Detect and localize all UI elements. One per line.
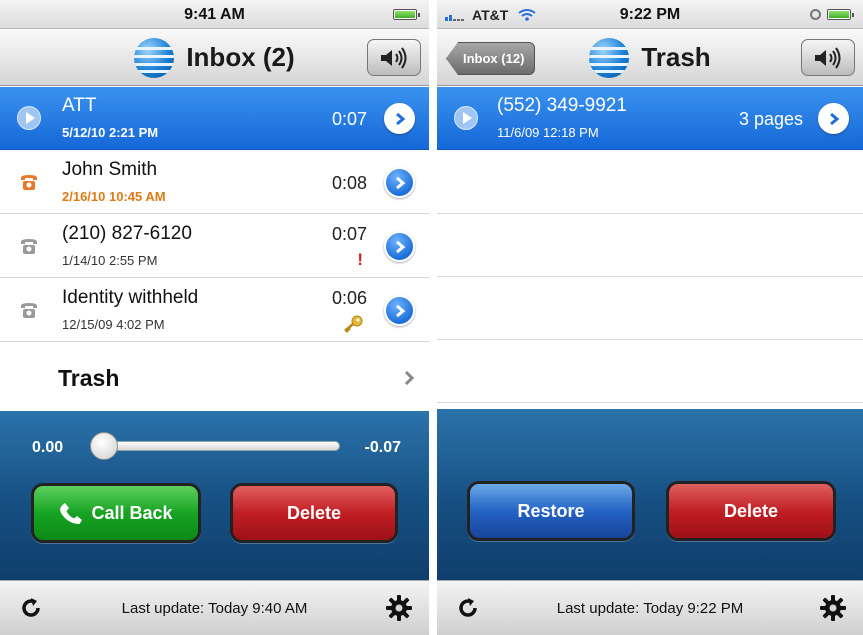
- message-row[interactable]: (552) 349-9921 11/6/09 12:18 PM 3 pages: [437, 87, 863, 150]
- message-duration: 0:07: [331, 109, 367, 129]
- delete-label: Delete: [286, 502, 342, 523]
- restore-button[interactable]: Restore: [467, 481, 635, 541]
- speaker-icon: [381, 46, 407, 69]
- message-row[interactable]: ATT 5/12/10 2:21 PM 0:07: [0, 87, 429, 150]
- detail-chevron-button[interactable]: [384, 103, 415, 134]
- detail-chevron-button[interactable]: [818, 103, 849, 134]
- last-update-text: Last update: Today 9:22 PM: [556, 600, 744, 617]
- message-name: (552) 349-9921: [497, 95, 627, 116]
- chevron-right-icon: [403, 369, 415, 392]
- play-icon[interactable]: [17, 106, 41, 130]
- delete-button[interactable]: Delete: [230, 483, 398, 543]
- nav-bar: Inbox (2): [0, 29, 429, 86]
- rotation-lock-icon: [810, 9, 821, 20]
- message-name: (210) 827-6120: [62, 223, 192, 244]
- inbox-screen: 9:41 AM Inbox (2) ATT 5/12/10 2:21 PM 0:…: [0, 0, 429, 635]
- message-row[interactable]: Identity withheld 12/15/09 4:02 PM 0:06: [0, 279, 429, 342]
- gear-icon[interactable]: [385, 594, 413, 622]
- speaker-icon: [815, 46, 841, 69]
- player-panel: 0.00 -0.07 Call Back Delete: [0, 411, 429, 580]
- delete-label: Delete: [723, 500, 779, 521]
- message-row[interactable]: (210) 827-6120 1/14/10 2:55 PM 0:07 !: [0, 215, 429, 278]
- message-duration: 0:06: [331, 288, 367, 308]
- message-date: 2/16/10 10:45 AM: [62, 189, 166, 204]
- message-date: 11/6/09 12:18 PM: [497, 125, 599, 140]
- chevron-right-icon: [395, 304, 405, 317]
- att-globe-icon: [134, 37, 175, 78]
- nav-bar: Inbox (12) Trash: [437, 29, 863, 86]
- playback-slider-knob[interactable]: [90, 432, 118, 460]
- detail-chevron-button[interactable]: [384, 167, 415, 198]
- key-icon: [343, 315, 363, 337]
- bottom-toolbar: Last update: Today 9:22 PM: [437, 580, 863, 635]
- message-duration: 0:07: [331, 224, 367, 244]
- divider: [437, 339, 863, 340]
- detail-chevron-button[interactable]: [384, 231, 415, 262]
- status-time: 9:41 AM: [184, 6, 245, 23]
- elapsed-time: 0.00: [32, 439, 64, 456]
- phone-icon: [18, 299, 40, 321]
- divider: [437, 402, 863, 403]
- trash-folder-row[interactable]: Trash: [0, 347, 429, 411]
- remaining-time: -0.07: [364, 439, 401, 456]
- call-back-label: Call Back: [91, 502, 173, 523]
- speaker-button[interactable]: [367, 39, 421, 76]
- message-name: ATT: [62, 95, 97, 116]
- battery-icon: [827, 9, 854, 20]
- status-bar: 9:41 AM: [0, 0, 429, 29]
- call-back-button[interactable]: Call Back: [31, 483, 201, 543]
- chevron-right-icon: [395, 240, 405, 253]
- page-title: Inbox (2): [186, 42, 295, 72]
- phone-icon: [18, 235, 40, 257]
- delete-button[interactable]: Delete: [666, 481, 836, 541]
- last-update-text: Last update: Today 9:40 AM: [121, 600, 308, 617]
- divider: [437, 213, 863, 214]
- status-bar: AT&T 9:22 PM: [437, 0, 863, 29]
- trash-screen: AT&T 9:22 PM Inbox (12) Trash (552) 349-…: [437, 0, 863, 635]
- playback-slider-track[interactable]: [96, 441, 340, 451]
- chevron-right-icon: [395, 176, 405, 189]
- chevron-right-icon: [829, 112, 839, 125]
- message-row[interactable]: John Smith 2/16/10 10:45 AM 0:08: [0, 151, 429, 214]
- alert-icon: !: [357, 250, 363, 269]
- message-date: 1/14/10 2:55 PM: [62, 253, 158, 268]
- battery-icon: [393, 9, 420, 20]
- divider: [429, 0, 437, 635]
- message-date: 5/12/10 2:21 PM: [62, 125, 159, 140]
- att-globe-icon: [589, 37, 630, 78]
- gear-icon[interactable]: [819, 594, 847, 622]
- message-pages: 3 pages: [738, 109, 803, 129]
- chevron-right-icon: [395, 112, 405, 125]
- phone-icon: [18, 171, 40, 193]
- message-name: John Smith: [62, 159, 158, 180]
- play-icon[interactable]: [454, 106, 478, 130]
- message-date: 12/15/09 4:02 PM: [62, 317, 165, 332]
- message-name: Identity withheld: [62, 287, 199, 308]
- phone-icon: [60, 503, 83, 524]
- speaker-button[interactable]: [801, 39, 855, 76]
- restore-label: Restore: [517, 500, 585, 521]
- divider: [437, 276, 863, 277]
- trash-label: Trash: [58, 365, 120, 391]
- message-duration: 0:08: [331, 173, 367, 193]
- action-panel: Restore Delete: [437, 409, 863, 580]
- bottom-toolbar: Last update: Today 9:40 AM: [0, 580, 429, 635]
- status-time: 9:22 PM: [619, 6, 681, 23]
- page-title: Trash: [641, 42, 711, 72]
- detail-chevron-button[interactable]: [384, 295, 415, 326]
